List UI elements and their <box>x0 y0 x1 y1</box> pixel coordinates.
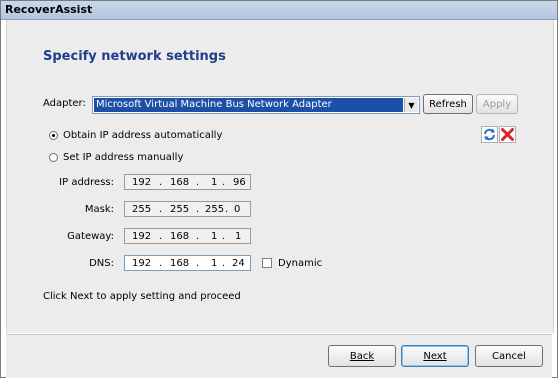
button-bar: Back Next Cancel <box>6 334 552 378</box>
ip-address-field[interactable]: 192 . 168 . 1 . 96 <box>124 174 251 190</box>
gateway-octet: 192 <box>132 231 152 242</box>
back-label: Back <box>349 350 375 362</box>
mask-label: Mask: <box>84 204 114 215</box>
gateway-octet: 1 <box>235 231 242 242</box>
gateway-octet: 168 <box>170 231 190 242</box>
gateway-field[interactable]: 192 . 168 . 1 . 1 <box>124 228 251 244</box>
hint-text: Click Next to apply setting and proceed <box>43 291 241 302</box>
content-panel: Specify network settings Adapter: Micros… <box>6 20 554 333</box>
dns-label: DNS: <box>89 258 114 269</box>
gateway-octet: 1 <box>211 231 218 242</box>
ip-octet: 1 <box>211 177 218 188</box>
red-x-icon[interactable] <box>499 126 516 143</box>
next-button[interactable]: Next <box>401 345 469 367</box>
adapter-dropdown[interactable]: Microsoft Virtual Machine Bus Network Ad… <box>92 96 420 114</box>
refresh-button[interactable]: Refresh <box>423 94 473 114</box>
cancel-button[interactable]: Cancel <box>475 345 543 367</box>
dynamic-label[interactable]: Dynamic <box>278 258 322 269</box>
dns-octet: 168 <box>170 258 190 269</box>
next-label: Next <box>423 350 447 362</box>
dialog-window: RecoverAssist Specify network settings A… <box>0 0 558 378</box>
title-bar[interactable]: RecoverAssist <box>1 1 557 20</box>
obtain-auto-label[interactable]: Obtain IP address automatically <box>63 130 222 141</box>
dns-octet: 1 <box>211 258 218 269</box>
mask-octet: 255 <box>132 204 152 215</box>
ip-address-label: IP address: <box>59 177 114 188</box>
dns-field[interactable]: 192 . 168 . 1 . 24 <box>124 255 251 271</box>
dynamic-checkbox[interactable] <box>262 258 272 268</box>
chevron-down-icon[interactable]: ▼ <box>404 98 418 112</box>
refresh-arrows-icon[interactable] <box>481 126 498 143</box>
adapter-label: Adapter: <box>43 98 86 109</box>
obtain-auto-radio[interactable] <box>49 131 58 140</box>
set-manual-radio[interactable] <box>49 153 58 162</box>
dns-octet: 24 <box>232 258 245 269</box>
set-manual-label[interactable]: Set IP address manually <box>63 152 183 163</box>
ip-octet: 192 <box>132 177 152 188</box>
mask-octet: 255 <box>170 204 190 215</box>
page-title: Specify network settings <box>43 49 226 64</box>
back-button[interactable]: Back <box>328 345 396 367</box>
adapter-selected-value: Microsoft Virtual Machine Bus Network Ad… <box>94 98 403 112</box>
mask-octet: 0 <box>234 204 241 215</box>
mask-field[interactable]: 255 . 255 . 255 . 0 <box>124 201 251 217</box>
apply-button[interactable]: Apply <box>476 94 518 114</box>
dns-octet: 192 <box>132 258 152 269</box>
window-title: RecoverAssist <box>5 3 93 16</box>
ip-octet: 96 <box>233 177 246 188</box>
gateway-label: Gateway: <box>67 231 114 242</box>
mask-octet: 255 <box>205 204 225 215</box>
ip-octet: 168 <box>170 177 190 188</box>
